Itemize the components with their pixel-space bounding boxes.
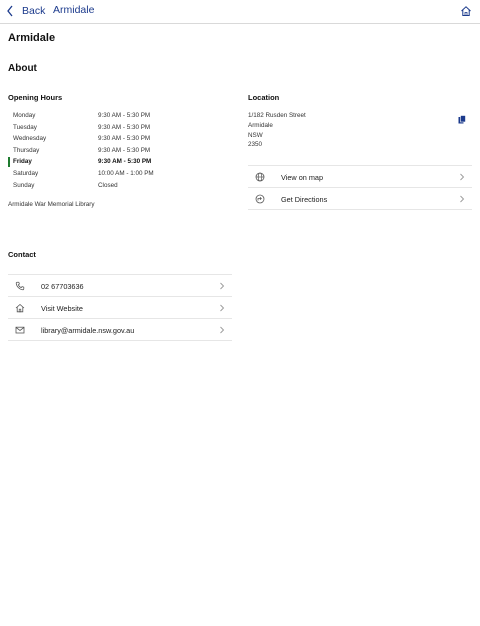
directions-icon xyxy=(255,194,265,204)
hours-day: Tuesday xyxy=(13,123,37,131)
hours-row-sunday: Sunday Closed xyxy=(8,180,228,192)
address-line: 1/182 Rusden Street xyxy=(248,112,306,119)
hours-row-friday-today: Friday 9:30 AM - 5:30 PM xyxy=(8,156,228,168)
address-line: NSW xyxy=(248,131,263,139)
chevron-right-icon xyxy=(219,282,225,290)
hours-row-thursday: Thursday 9:30 AM - 5:30 PM xyxy=(8,145,228,157)
hours-day: Wednesday xyxy=(13,135,47,143)
hours-row-wednesday: Wednesday 9:30 AM - 5:30 PM xyxy=(8,133,228,145)
hours-day: Friday xyxy=(13,158,32,166)
hours-day: Sunday xyxy=(13,181,35,189)
hours-time: 9:30 AM - 5:30 PM xyxy=(98,158,152,166)
opening-hours-heading: Opening Hours xyxy=(8,93,63,102)
get-directions-row[interactable]: Get Directions xyxy=(248,188,472,210)
email-row[interactable]: library@armidale.nsw.gov.au xyxy=(8,319,232,341)
location-heading: Location xyxy=(248,93,280,102)
hours-row-tuesday: Tuesday 9:30 AM - 5:30 PM xyxy=(8,122,228,134)
page-title: Armidale xyxy=(8,32,56,44)
hours-day: Saturday xyxy=(13,169,39,177)
chevron-right-icon xyxy=(459,195,465,203)
hours-day: Thursday xyxy=(13,146,40,154)
contact-list: 02 67703636 Visit Website library@armida… xyxy=(8,274,232,341)
today-marker xyxy=(8,157,10,168)
hours-time: 10:00 AM - 1:00 PM xyxy=(98,169,154,177)
chevron-right-icon xyxy=(219,326,225,334)
address-line: Armidale xyxy=(248,121,273,129)
hours-time: 9:30 AM - 5:30 PM xyxy=(98,112,151,119)
hours-time: 9:30 AM - 5:30 PM xyxy=(98,135,151,143)
email-address: library@armidale.nsw.gov.au xyxy=(41,326,135,335)
top-navigation-bar: Back Armidale xyxy=(0,0,480,24)
view-on-map-row[interactable]: View on map xyxy=(248,166,472,188)
back-button[interactable]: Back xyxy=(6,3,45,19)
hours-time: 9:30 AM - 5:30 PM xyxy=(98,146,151,154)
home-button[interactable] xyxy=(460,4,472,16)
hours-row-saturday: Saturday 10:00 AM - 1:00 PM xyxy=(8,168,228,180)
hours-day: Monday xyxy=(13,112,36,119)
chevron-right-icon xyxy=(459,173,465,181)
back-button-label: Back xyxy=(22,5,46,17)
phone-row[interactable]: 02 67703636 xyxy=(8,275,232,297)
copy-address-button[interactable] xyxy=(458,111,466,124)
hours-row-monday: Monday 9:30 AM - 5:30 PM xyxy=(8,110,228,122)
globe-icon xyxy=(255,172,265,182)
website-row[interactable]: Visit Website xyxy=(8,297,232,319)
contact-heading: Contact xyxy=(8,250,36,259)
chevron-right-icon xyxy=(219,304,225,312)
visit-website-label: Visit Website xyxy=(41,304,83,313)
home-icon xyxy=(15,303,25,313)
location-actions-list: View on map Get Directions xyxy=(248,165,472,210)
home-icon xyxy=(461,6,471,16)
mail-icon xyxy=(15,325,25,335)
address-block: 1/182 Rusden Street Armidale NSW 2350 xyxy=(248,111,306,150)
address-line: 2350 xyxy=(248,141,263,149)
library-name: Armidale War Memorial Library xyxy=(8,201,95,208)
chevron-left-icon xyxy=(7,5,13,17)
opening-hours-table: Monday 9:30 AM - 5:30 PM Tuesday 9:30 AM -… xyxy=(8,110,228,191)
copy-icon xyxy=(458,115,466,124)
hours-time: Closed xyxy=(98,181,118,189)
nav-title: Armidale xyxy=(53,4,95,16)
about-heading: About xyxy=(8,63,37,74)
hours-time: 9:30 AM - 5:30 PM xyxy=(98,123,151,131)
get-directions-label: Get Directions xyxy=(281,195,328,204)
view-on-map-label: View on map xyxy=(281,173,324,182)
phone-number: 02 67703636 xyxy=(41,282,84,291)
phone-icon xyxy=(15,281,25,291)
